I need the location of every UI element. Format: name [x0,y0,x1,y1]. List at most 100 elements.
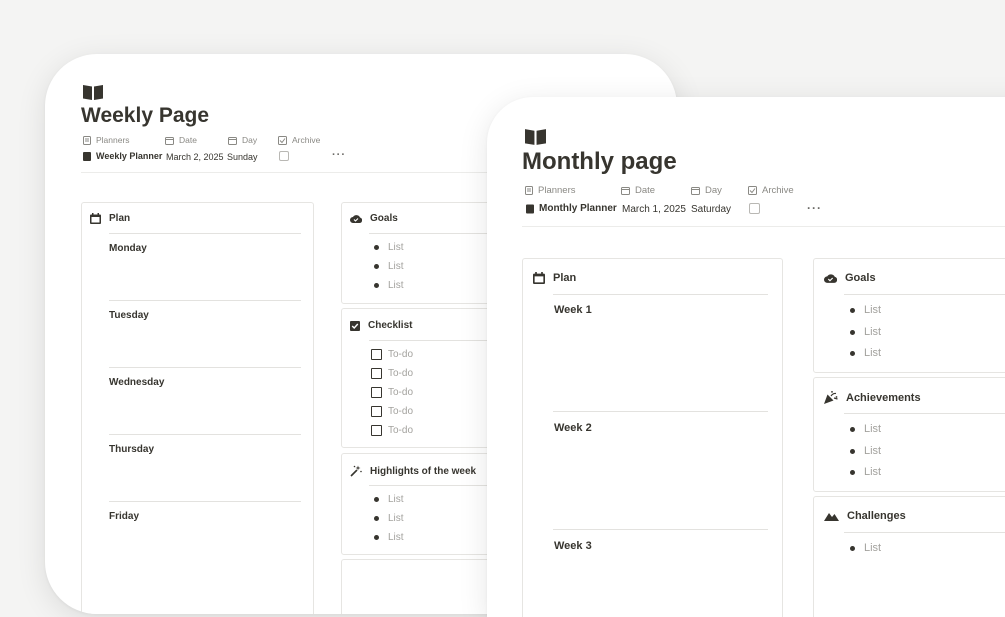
date-property-label: Date [165,135,197,145]
achievements-heading: Achievements [824,391,921,404]
divider [109,501,301,502]
list-item[interactable]: List [374,494,404,505]
list-item[interactable]: List [374,242,404,253]
party-popper-icon [824,391,838,404]
planners-relation-value[interactable]: Monthly Planner [526,203,617,214]
document-icon [526,204,534,214]
goals-box: Goals List List List [341,202,509,304]
list-item[interactable]: List [850,466,881,478]
todo-item[interactable]: To-do [371,349,413,360]
list-item[interactable]: List [374,513,404,524]
calendar-icon [165,136,174,145]
challenges-heading: Challenges [824,510,906,522]
open-book-icon [525,128,546,145]
day-value[interactable]: Saturday [691,204,731,215]
todo-checkbox[interactable] [371,406,382,417]
todo-checkbox[interactable] [371,387,382,398]
calendar-icon [691,186,700,195]
more-properties-button[interactable]: ··· [332,149,346,161]
divider [844,413,1005,414]
divider [81,172,501,173]
checklist-box: Checklist To-do To-do To-do To-do To-do [341,308,509,448]
day-value[interactable]: Sunday [227,152,258,162]
goals-heading: Goals [350,213,398,224]
date-property-label: Date [621,185,655,196]
week-heading: Week 2 [554,422,592,434]
more-properties-button[interactable]: ··· [807,201,822,215]
list-item[interactable]: List [850,542,881,554]
todo-item[interactable]: To-do [371,406,413,417]
todo-checkbox[interactable] [371,349,382,360]
day-heading-monday: Monday [109,243,147,254]
plan-heading: Plan [90,213,130,224]
document-icon [83,151,91,161]
plan-box: Plan Week 1 Week 2 Week 3 [522,258,783,617]
divider [522,226,1005,227]
next-box [341,559,503,614]
day-heading-friday: Friday [109,511,140,522]
list-item[interactable]: List [850,423,881,435]
archive-checkbox[interactable] [749,203,760,214]
divider [109,233,301,234]
day-property-label: Day [691,185,722,196]
calendar-icon [533,272,545,284]
checklist-heading: Checklist [350,320,412,331]
day-property-label: Day [228,135,257,145]
document-icon [83,135,91,145]
day-heading-wednesday: Wednesday [109,377,165,388]
list-item[interactable]: List [374,280,404,291]
document-icon [525,186,533,195]
plan-heading: Plan [533,272,576,284]
checkbox-icon [748,186,757,195]
divider [553,294,768,295]
highlights-box: Highlights of the week List List List [341,453,509,555]
day-heading-thursday: Thursday [109,444,155,455]
cloud-check-icon [350,214,362,223]
divider [844,294,1005,295]
highlights-heading: Highlights of the week [350,465,476,477]
calendar-icon [228,136,237,145]
goals-box: Goals List List List [813,258,1005,373]
todo-item[interactable]: To-do [371,368,413,379]
todo-checkbox[interactable] [371,368,382,379]
calendar-icon [90,213,101,224]
list-item[interactable]: List [374,532,404,543]
divider [109,367,301,368]
page-title: Weekly Page [81,104,210,127]
checked-box-icon [350,320,360,331]
page-title: Monthly page [522,148,677,175]
divider [109,434,301,435]
list-item[interactable]: List [850,304,881,316]
archive-property-label: Archive [748,185,794,196]
planners-property-label: Planners [525,185,576,196]
divider [553,529,768,530]
calendar-icon [621,186,630,195]
list-item[interactable]: List [850,326,881,338]
divider [844,532,1005,533]
todo-checkbox[interactable] [371,425,382,436]
archive-property-label: Archive [278,135,320,145]
list-item[interactable]: List [850,445,881,457]
list-item[interactable]: List [374,261,404,272]
todo-item[interactable]: To-do [371,387,413,398]
divider [109,300,301,301]
day-heading-tuesday: Tuesday [109,310,149,321]
cloud-check-icon [824,273,837,283]
monthly-page-card: Monthly page Planners Date Day Archive M… [487,97,1005,617]
goals-heading: Goals [824,272,876,284]
checkbox-icon [278,135,287,145]
magic-wand-icon [350,465,362,477]
week-heading: Week 3 [554,540,592,552]
date-value[interactable]: March 2, 2025 [166,152,224,162]
date-value[interactable]: March 1, 2025 [622,204,686,215]
challenges-box: Challenges List [813,496,1005,617]
todo-item[interactable]: To-do [371,425,413,436]
archive-checkbox[interactable] [279,151,289,161]
week-heading: Week 1 [554,304,592,316]
plan-box: Plan Monday Tuesday Wednesday Thursday F… [81,202,314,614]
list-item[interactable]: List [850,347,881,359]
divider [553,411,768,412]
planners-property-label: Planners [83,135,130,145]
mountain-icon [824,511,839,521]
planners-relation-value[interactable]: Weekly Planner [83,151,162,161]
